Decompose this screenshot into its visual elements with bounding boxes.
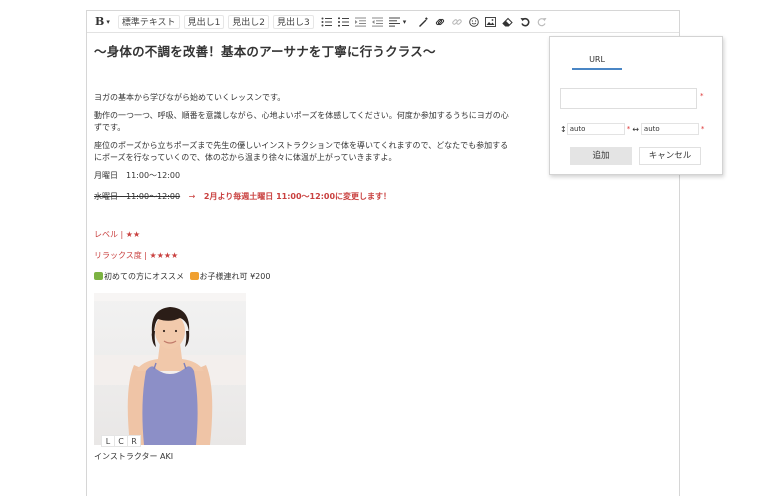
indent-icon[interactable] (352, 14, 369, 30)
beginner-tag: 初めての方にオススメ (104, 272, 184, 281)
height-input[interactable]: auto (566, 123, 625, 135)
add-button[interactable]: 追加 (570, 147, 632, 165)
style-h1-button[interactable]: 見出し1 (183, 14, 225, 29)
tab-url[interactable]: URL (572, 55, 622, 70)
image-align-controls: L C R (101, 435, 141, 447)
style-normal-button[interactable]: 標準テキスト (117, 14, 180, 29)
align-dropdown-caret[interactable]: ▾ (403, 14, 411, 30)
level-rating: レベル | ★★ (94, 230, 141, 239)
instructor-photo-wrapper[interactable]: L C R (94, 293, 246, 447)
kids-badge-icon (189, 272, 199, 280)
url-required-mark: * (700, 92, 704, 100)
bold-button[interactable]: B (93, 14, 106, 30)
link-icon[interactable] (431, 14, 448, 30)
schedule-old: 水曜日 11:00〜12:00 (94, 192, 181, 201)
editor-toolbar: B ▾ 標準テキスト 見出し1 見出し2 見出し3 ▾ (87, 11, 679, 33)
width-required-mark: * (700, 125, 705, 133)
emoji-icon[interactable] (465, 14, 482, 30)
arrow-icon: → (188, 192, 196, 201)
height-required-mark: * (626, 125, 631, 133)
bold-dropdown-caret[interactable]: ▾ (106, 14, 114, 30)
schedule-change-notice: 2月より毎週土曜日 11:00〜12:00に変更します！ (203, 192, 392, 201)
cancel-button[interactable]: キャンセル (639, 147, 701, 165)
width-input[interactable]: auto (640, 123, 699, 135)
align-icon[interactable] (386, 14, 403, 30)
bulleted-list-icon[interactable] (318, 14, 335, 30)
text-color-icon[interactable] (414, 14, 431, 30)
kids-tag: お子様連れ可 ¥200 (199, 272, 271, 281)
url-input[interactable] (560, 88, 697, 109)
beginner-badge-icon (94, 272, 103, 280)
schedule-change-row: 水曜日 11:00〜12:00 → 2月より毎週土曜日 11:00〜12:00に… (94, 191, 673, 203)
style-h2-button[interactable]: 見出し2 (228, 14, 270, 29)
outdent-icon[interactable] (369, 14, 386, 30)
undo-icon[interactable] (516, 14, 533, 30)
tag-row: 初めての方にオススメ お子様連れ可 ¥200 (94, 271, 673, 283)
photo-caption: インストラクター AKI (94, 452, 174, 461)
style-h3-button[interactable]: 見出し3 (273, 14, 314, 29)
numbered-list-icon[interactable] (335, 14, 352, 30)
insert-image-popup: URL * ↕ auto * ↔ auto * 追加 キャンセル (549, 36, 723, 175)
redo-icon[interactable] (533, 14, 550, 30)
height-icon: ↕ (560, 124, 567, 134)
instructor-photo[interactable] (94, 293, 246, 445)
image-size-row: ↕ auto * ↔ auto * (560, 123, 704, 135)
unlink-icon[interactable] (448, 14, 465, 30)
relax-rating: リラックス度 | ★★★★ (94, 251, 179, 260)
align-left-button[interactable]: L (101, 435, 115, 447)
eraser-icon[interactable] (499, 14, 516, 30)
image-icon[interactable] (482, 14, 499, 30)
align-right-button[interactable]: R (127, 435, 141, 447)
width-icon: ↔ (632, 124, 639, 134)
align-center-button[interactable]: C (114, 435, 128, 447)
